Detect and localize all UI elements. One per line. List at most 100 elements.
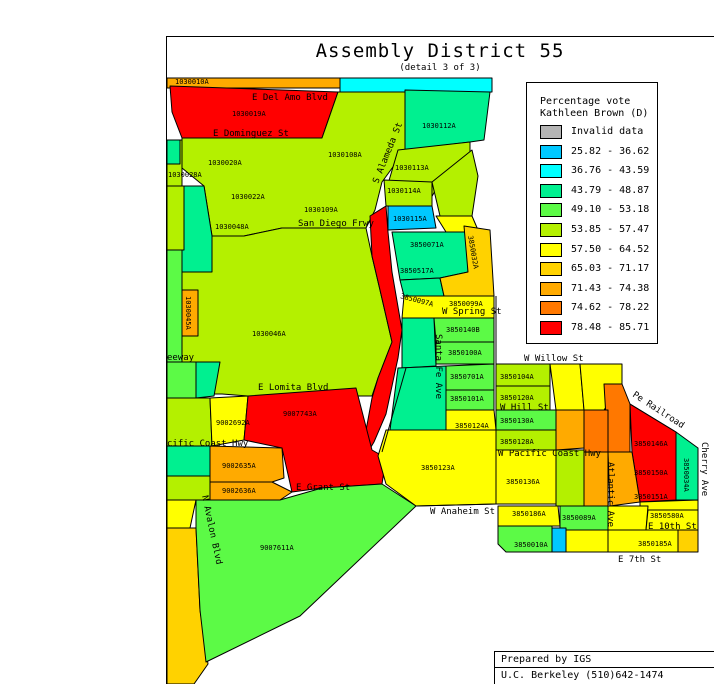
precinct-region xyxy=(639,499,699,511)
street-label: W Hill St xyxy=(500,403,549,413)
legend-item: 25.82 - 36.62 xyxy=(540,144,655,162)
legend-label: 25.82 - 36.62 xyxy=(571,145,650,157)
precinct-label: 1030022A xyxy=(231,193,266,201)
street-label: E 10th St xyxy=(648,522,697,532)
precinct-region xyxy=(166,249,183,363)
legend-item: 78.48 - 85.71 xyxy=(540,320,655,338)
legend-label: 71.43 - 74.38 xyxy=(571,282,650,294)
precinct-label: 9007743A xyxy=(283,410,318,418)
precinct-label: 3850010A xyxy=(514,541,549,549)
street-label: E 7th St xyxy=(618,555,661,565)
street-label: San Diego Frwy xyxy=(298,219,374,229)
legend-item: 53.85 - 57.47 xyxy=(540,222,655,240)
street-label: Atlantic Ave xyxy=(605,462,615,527)
precinct-label: 3850071A xyxy=(410,241,445,249)
precinct-label: 1030109A xyxy=(304,206,339,214)
precinct-label: 1030114A xyxy=(387,187,422,195)
street-label: W Spring St xyxy=(442,307,502,317)
legend-item: 43.79 - 48.87 xyxy=(540,183,655,201)
legend-label: 57.50 - 64.52 xyxy=(571,243,650,255)
legend-label: 74.62 - 78.22 xyxy=(571,302,650,314)
street-label: Santa Fe Ave xyxy=(433,334,443,399)
precinct-label: 1030045A xyxy=(184,296,192,331)
street-label: eeway xyxy=(167,353,195,363)
precinct-label: 1030020A xyxy=(208,159,243,167)
legend-swatch xyxy=(540,164,562,179)
legend-item: 74.62 - 78.22 xyxy=(540,300,655,318)
precinct-label: 1030108A xyxy=(328,151,363,159)
legend-swatch xyxy=(540,223,562,237)
precinct-label: 3850136A xyxy=(506,478,541,486)
credit-divider xyxy=(495,667,714,668)
legend-swatch xyxy=(540,203,562,218)
credit-line1: Prepared by IGS xyxy=(501,654,592,665)
legend-label: 49.10 - 53.18 xyxy=(571,204,650,216)
legend-swatch xyxy=(540,242,562,257)
precinct-label: 9002635A xyxy=(222,462,257,470)
precinct-label: 3850186A xyxy=(512,510,547,518)
legend-label: 53.85 - 57.47 xyxy=(571,224,650,235)
precinct-label: 3850089A xyxy=(562,514,597,522)
street-label: W Anaheim St xyxy=(430,507,495,517)
precinct-region xyxy=(565,529,609,553)
street-label: Cherry Ave xyxy=(699,442,709,496)
legend-item: 57.50 - 64.52 xyxy=(540,242,655,260)
precinct-label: 3850185A xyxy=(638,540,673,548)
precinct-region xyxy=(166,139,181,165)
precinct-label: 1030115A xyxy=(393,215,428,223)
precinct-region xyxy=(677,529,699,553)
legend-swatch xyxy=(540,281,562,296)
legend-item: Invalid data xyxy=(540,124,655,142)
precinct-label: 3850150A xyxy=(634,469,669,477)
precinct-region xyxy=(166,499,197,529)
credit-box: Prepared by IGS U.C. Berkeley (510)642-1… xyxy=(494,651,714,684)
precinct-label: 3850124A xyxy=(455,422,490,430)
street-label: E Dominguez St xyxy=(213,129,289,139)
precinct-label: 1030046A xyxy=(252,330,287,338)
legend-swatch xyxy=(540,262,562,277)
precinct-region xyxy=(195,483,417,663)
precinct-label: 9007611A xyxy=(260,544,295,552)
street-label: W Willow St xyxy=(524,354,584,364)
precinct-region xyxy=(551,527,567,553)
precinct-region xyxy=(549,363,585,411)
precinct-label: 1030113A xyxy=(395,164,430,172)
legend-label: 43.79 - 48.87 xyxy=(571,184,650,196)
legend-swatch xyxy=(540,125,562,139)
legend-label: Invalid data xyxy=(571,126,644,137)
street-label: E Grant St xyxy=(296,483,350,493)
legend-swatch xyxy=(540,144,562,159)
precinct-label: 3850123A xyxy=(421,464,456,472)
precinct-label: 3850120A xyxy=(500,394,535,402)
precinct-label: 3850146A xyxy=(634,440,669,448)
precinct-label: 3850130A xyxy=(500,417,535,425)
precinct-label: 3850101A xyxy=(450,395,485,403)
legend-item: 71.43 - 74.38 xyxy=(540,281,655,299)
precinct-label: 1030028A xyxy=(168,171,203,179)
precinct-label: 1030010A xyxy=(175,78,210,86)
precinct-label: 3850104A xyxy=(500,373,535,381)
street-label: cific Coast Hwy xyxy=(167,439,249,449)
precinct-label: 3850517A xyxy=(400,267,435,275)
precinct-region xyxy=(166,185,185,251)
street-label: E Del Amo Blvd xyxy=(252,93,328,103)
precinct-region xyxy=(583,451,609,507)
precinct-label: 1030112A xyxy=(422,122,457,130)
precinct-label: 3850128A xyxy=(500,438,535,446)
precinct-label: 3850100A xyxy=(448,349,483,357)
street-label: W Pacific Coast Hwy xyxy=(498,449,602,459)
legend-item: 65.03 - 71.17 xyxy=(540,261,655,279)
legend-swatch xyxy=(540,183,562,198)
precinct-label: 9002636A xyxy=(222,487,257,495)
legend-label: 78.48 - 85.71 xyxy=(571,322,650,333)
precinct-label: 3850099A xyxy=(449,300,484,308)
precinct-region xyxy=(404,89,491,151)
legend: Percentage vote Kathleen Brown (D) Inval… xyxy=(526,82,658,344)
street-label: E Lomita Blvd xyxy=(258,383,328,393)
precinct-label: 3850580A xyxy=(650,512,685,520)
precinct-label: 3850140B xyxy=(446,326,480,334)
precinct-region xyxy=(166,361,197,399)
precinct-region xyxy=(555,409,585,451)
legend-swatch xyxy=(540,321,562,335)
credit-line2: U.C. Berkeley (510)642-1474 xyxy=(501,670,664,681)
